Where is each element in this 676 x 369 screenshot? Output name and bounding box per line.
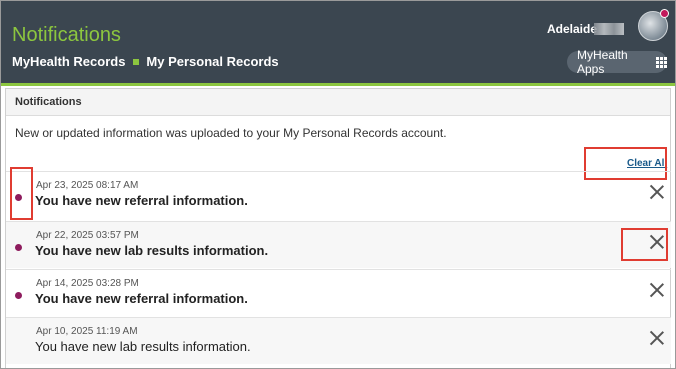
unread-dot-highlight — [10, 167, 33, 220]
breadcrumb-myhealth-records[interactable]: MyHealth Records — [12, 54, 125, 69]
grid-icon — [656, 56, 667, 68]
avatar-notification-dot — [660, 9, 669, 18]
breadcrumb-my-personal-records[interactable]: My Personal Records — [146, 54, 278, 69]
panel-heading: Notifications — [15, 96, 82, 108]
notification-row[interactable]: Apr 14, 2025 03:28 PM You have new refer… — [6, 269, 671, 316]
myhealth-apps-label: MyHealth Apps — [577, 48, 628, 76]
myhealth-apps-button[interactable]: MyHealth Apps — [567, 48, 667, 76]
notification-date: Apr 10, 2025 11:19 AM — [36, 326, 138, 337]
panel-header: Notifications — [6, 89, 670, 116]
header-accent-bar — [1, 83, 675, 86]
unread-dot-icon — [15, 244, 22, 251]
breadcrumb-separator — [133, 58, 140, 65]
user-name[interactable]: Adelaide — [547, 22, 597, 36]
header: Notifications MyHealth Records My Person… — [1, 1, 675, 83]
close-icon[interactable] — [650, 185, 664, 199]
notification-message[interactable]: You have new lab results information. — [35, 339, 251, 354]
notification-row[interactable]: Apr 10, 2025 11:19 AM You have new lab r… — [6, 317, 671, 364]
notification-message[interactable]: You have new referral information. — [35, 291, 248, 306]
close-button-highlight — [621, 228, 668, 261]
app-window: Notifications MyHealth Records My Person… — [0, 0, 676, 369]
user-name-redacted — [594, 23, 624, 35]
close-icon[interactable] — [650, 283, 664, 297]
notification-message[interactable]: You have new referral information. — [35, 193, 248, 208]
notification-row[interactable]: Apr 22, 2025 03:57 PM You have new lab r… — [6, 221, 671, 268]
page-title: Notifications — [12, 24, 121, 46]
notification-message[interactable]: You have new lab results information. — [35, 243, 268, 258]
notification-date: Apr 22, 2025 03:57 PM — [36, 230, 139, 241]
close-icon[interactable] — [650, 331, 664, 345]
notification-row[interactable]: Apr 23, 2025 08:17 AM You have new refer… — [6, 171, 671, 218]
unread-dot-icon — [15, 292, 22, 299]
intro-text: New or updated information was uploaded … — [15, 126, 447, 140]
breadcrumb: MyHealth Records My Personal Records — [12, 54, 279, 69]
notification-date: Apr 23, 2025 08:17 AM — [36, 180, 139, 191]
notification-date: Apr 14, 2025 03:28 PM — [36, 278, 139, 289]
